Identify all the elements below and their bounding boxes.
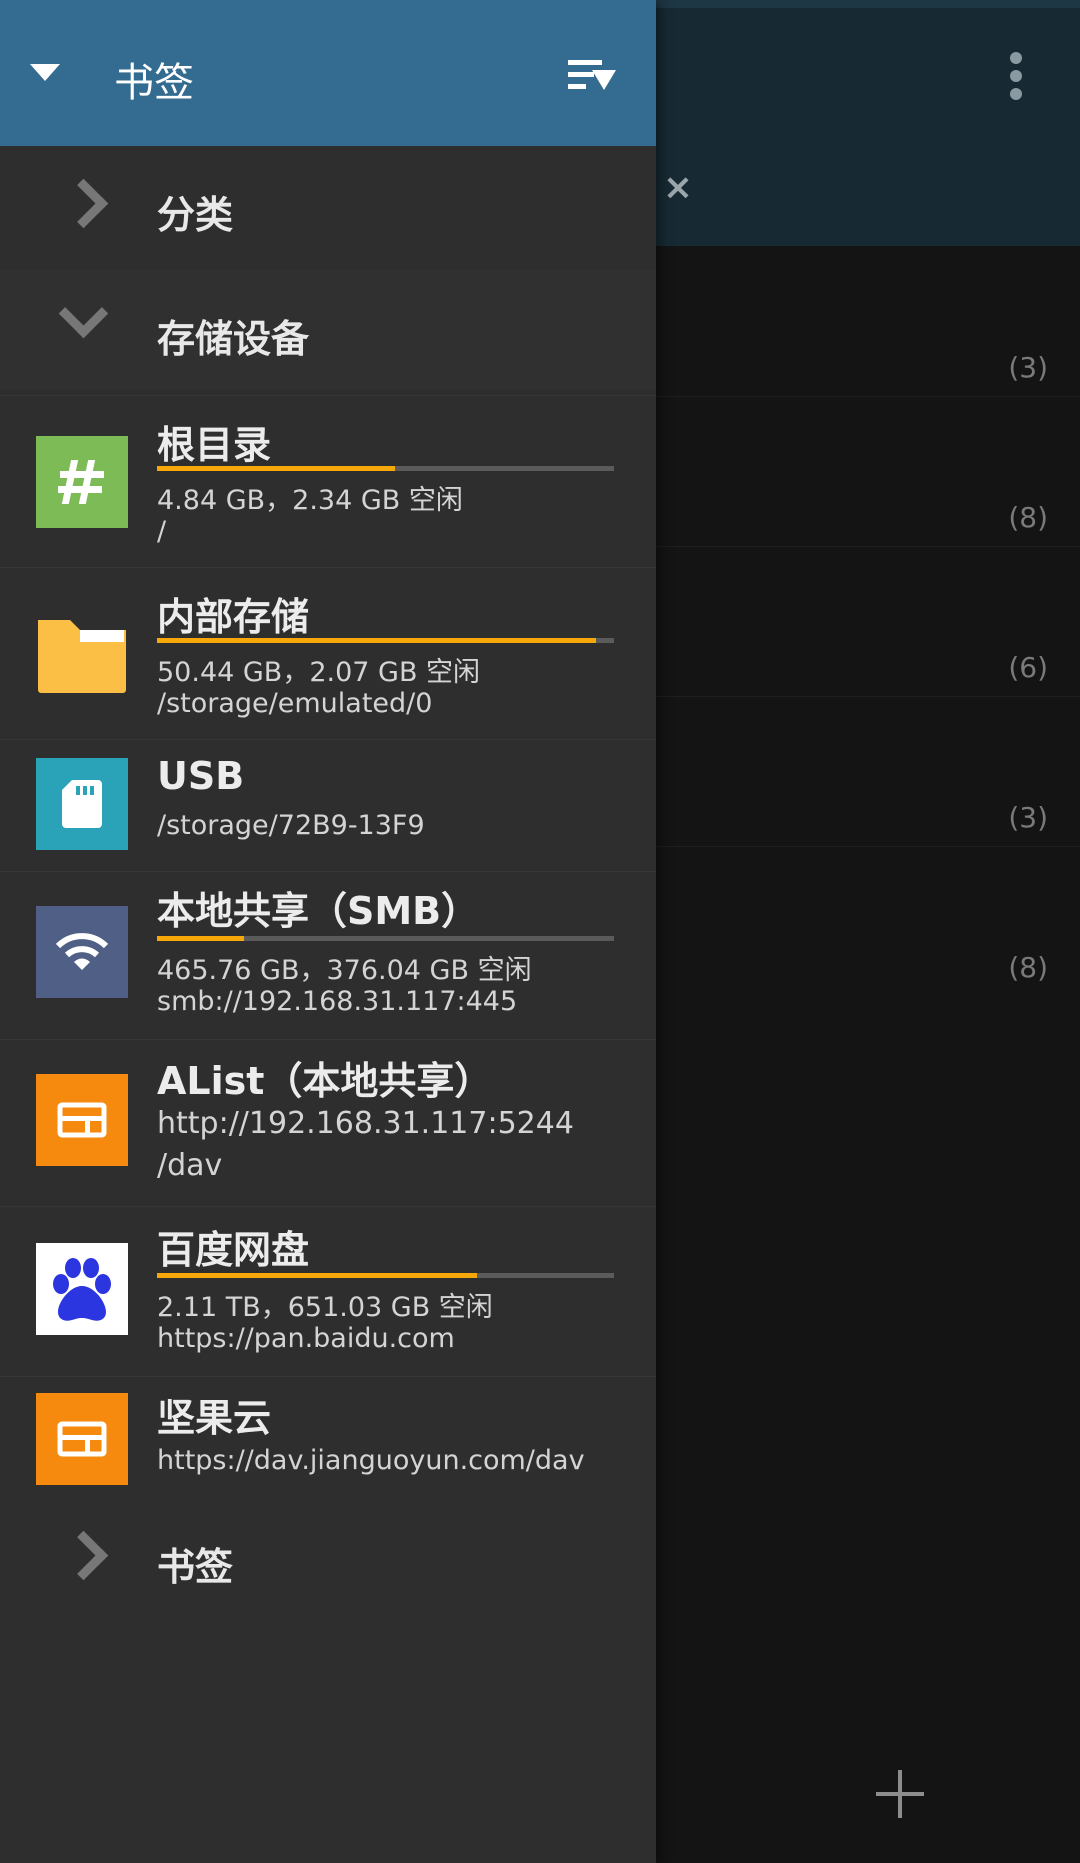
device-url: http://192.168.31.117:5244 [157,1106,574,1141]
device-name: 根目录 [157,423,272,467]
list-item[interactable]: (6) [656,546,1080,697]
device-path: /dav [157,1148,223,1183]
device-path: / [157,516,167,547]
device-name: 坚果云 [157,1396,272,1440]
section-categories[interactable]: 分类 [0,146,656,266]
chevron-right-icon [58,1530,109,1581]
webdav-icon [36,1074,128,1166]
item-count: (6) [1008,651,1048,684]
item-count: (8) [1008,501,1048,534]
device-path: https://dav.jianguoyun.com/dav [157,1445,585,1476]
chevron-right-icon [58,178,109,229]
list-item[interactable]: (3) [656,696,1080,847]
device-internal-storage[interactable]: 内部存储 50.44 GB，2.07 GB 空闲 /storage/emulat… [0,567,656,740]
folder-icon [36,608,128,700]
list-item[interactable]: (3) [656,246,1080,397]
device-name: USB [157,754,245,798]
chevron-down-icon [58,288,109,339]
device-alist[interactable]: AList（本地共享） http://192.168.31.117:5244 /… [0,1039,656,1207]
device-smb[interactable]: 本地共享（SMB） 465.76 GB，376.04 GB 空闲 smb://1… [0,871,656,1040]
device-size: 4.84 GB，2.34 GB 空闲 [157,485,463,516]
usage-bar [157,1273,614,1278]
device-path: https://pan.baidu.com [157,1323,455,1354]
drawer-title[interactable]: 书签 [114,50,194,108]
device-path: /storage/72B9-13F9 [157,810,425,841]
add-icon[interactable] [876,1770,924,1818]
device-name: 本地共享（SMB） [157,889,480,933]
baidu-paw-icon [36,1243,128,1335]
usage-bar [157,936,614,941]
device-name: 百度网盘 [157,1228,310,1272]
section-bookmarks[interactable]: 书签 [0,1498,656,1618]
wifi-icon [36,906,128,998]
device-name: AList（本地共享） [157,1059,493,1103]
item-count: (3) [1008,801,1048,834]
device-path: /storage/emulated/0 [157,688,433,719]
section-label: 存储设备 [157,317,310,361]
device-name: 内部存储 [157,595,310,639]
device-root[interactable]: 根目录 4.84 GB，2.34 GB 空闲 / [0,395,656,568]
dropdown-triangle-icon[interactable] [30,64,60,81]
list-item[interactable]: (8) [656,396,1080,547]
webdav-icon [36,1393,128,1485]
item-count: (8) [1008,951,1048,984]
device-size: 2.11 TB，651.03 GB 空闲 [157,1292,493,1323]
device-size: 50.44 GB，2.07 GB 空闲 [157,657,481,688]
more-options-icon[interactable] [996,52,1036,108]
usage-bar [157,638,614,643]
close-icon[interactable]: × [662,170,694,206]
usage-bar [157,466,614,471]
section-storage[interactable]: 存储设备 [0,270,656,390]
section-label: 分类 [157,193,234,237]
device-baidu[interactable]: 百度网盘 2.11 TB，651.03 GB 空闲 https://pan.ba… [0,1206,656,1377]
item-count: (3) [1008,351,1048,384]
device-size: 465.76 GB，376.04 GB 空闲 [157,955,532,986]
section-label: 书签 [157,1545,234,1589]
navigation-drawer: 书签 分类 存储设备 根目录 4.84 GB，2.34 GB 空闲 / 内部存储… [0,0,656,1863]
device-path: smb://192.168.31.117:445 [157,986,518,1017]
hash-icon [36,436,128,528]
device-jianguoyun[interactable]: 坚果云 https://dav.jianguoyun.com/dav [0,1376,656,1499]
sort-list-icon[interactable] [568,58,616,92]
device-usb[interactable]: USB /storage/72B9-13F9 [0,739,656,872]
list-item[interactable]: (8) [656,846,1080,996]
drawer-header: 书签 [0,0,656,146]
sd-card-icon [36,758,128,850]
